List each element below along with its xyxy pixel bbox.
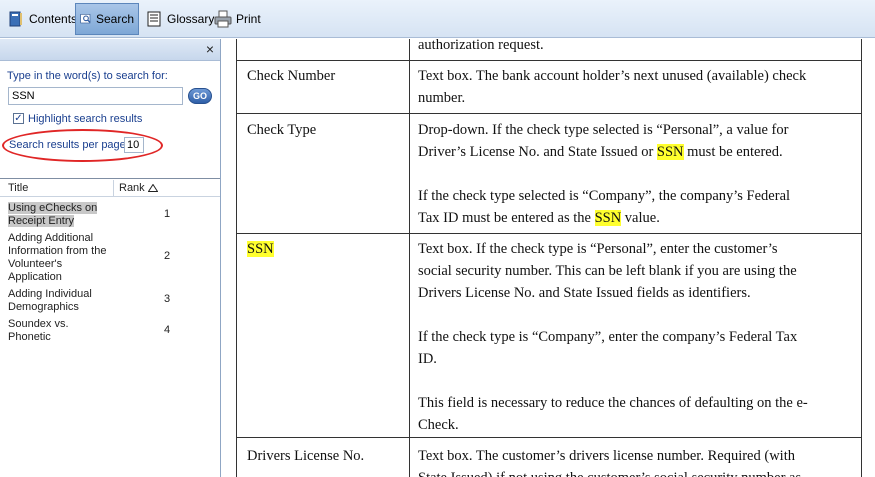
result-item-rank: 1 [164, 208, 171, 220]
result-item-rank: 3 [164, 293, 171, 305]
result-item-title[interactable]: Adding Additional Information from the V… [8, 232, 108, 284]
results-separator [0, 178, 220, 179]
close-icon[interactable]: × [206, 41, 214, 57]
column-rank-label: Rank [119, 182, 145, 194]
highlight-label: Highlight search results [28, 113, 143, 125]
column-divider[interactable] [113, 180, 114, 197]
results-header: Title Rank [0, 180, 220, 197]
annotation-circle [2, 129, 163, 162]
result-title-text: Adding Individual Demographics [8, 288, 92, 313]
result-item-rank: 2 [164, 250, 171, 262]
book-icon [9, 11, 22, 27]
highlight-checkbox[interactable]: ✓ [13, 113, 24, 124]
text-run: value. [621, 210, 660, 226]
description-line: ID. [418, 351, 437, 367]
table-cell-description: If the check type is “Company”, enter th… [418, 326, 797, 370]
table-cell-description: Drop-down. If the check type selected is… [418, 119, 788, 163]
search-input[interactable] [8, 87, 183, 105]
column-rank[interactable]: Rank [119, 182, 159, 194]
table-row-border [236, 437, 861, 438]
table-border-right [861, 39, 862, 477]
description-line: Check. [418, 417, 459, 433]
table-cell-description: If the check type selected is “Company”,… [418, 185, 790, 229]
description-line: This field is necessary to reduce the ch… [418, 395, 808, 411]
description-line: Driver’s License No. and State Issued or… [418, 141, 788, 163]
go-button[interactable]: GO [188, 88, 212, 104]
table-cell-description: authorization request. [418, 39, 544, 56]
table-cell-description: This field is necessary to reduce the ch… [418, 392, 808, 436]
text-run: Driver’s License No. and State Issued or [418, 144, 657, 160]
table-border-left [236, 39, 237, 477]
sort-ascending-icon [147, 183, 159, 192]
table-row-border [236, 233, 861, 234]
table-cell-field: Check Type [247, 122, 317, 138]
table-row-border [236, 60, 861, 61]
description-text: authorization request. [418, 39, 544, 53]
table-row-border [236, 113, 861, 114]
result-item-title[interactable]: Using eChecks on Receipt Entry [8, 202, 108, 228]
search-highlight: SSN [656, 144, 684, 160]
result-item-rank: 4 [164, 324, 171, 336]
description-line: If the check type selected is “Company”,… [418, 188, 791, 204]
glossary-label: Glossary [167, 12, 215, 26]
description-line: Drivers License No. and State Issued fie… [418, 285, 751, 301]
search-prompt-label: Type in the word(s) to search for: [7, 70, 168, 82]
result-title-text: Adding Additional Information from the V… [8, 232, 107, 283]
text-run: Tax ID must be entered as the [418, 210, 595, 226]
table-cell-description: Text box. If the check type is “Personal… [418, 238, 797, 304]
description-line: Text box. If the check type is “Personal… [418, 241, 778, 257]
result-title-text: Soundex vs. Phonetic [8, 318, 69, 343]
search-pane: × Type in the word(s) to search for: GO … [0, 39, 221, 477]
table-cell-description: Text box. The customer’s drivers license… [418, 445, 801, 477]
description-line: social security number. This can be left… [418, 263, 797, 279]
text-run: must be entered. [683, 144, 783, 160]
toolbar: Contents Search Glossary Print [0, 0, 875, 38]
table-cell-field: Check Number [247, 68, 336, 84]
result-title-text: Using eChecks on Receipt Entry [8, 202, 98, 227]
pane-header: × [0, 39, 220, 61]
print-button[interactable]: Print [210, 3, 265, 35]
description-line: State Issued) if not using the customer’… [418, 467, 801, 477]
glossary-icon [147, 11, 161, 27]
print-label: Print [236, 12, 261, 26]
table-column-divider [409, 39, 410, 477]
description-line: Tax ID must be entered as the SSN value. [418, 207, 790, 229]
table-cell-field: Drivers License No. [247, 448, 365, 464]
search-label: Search [95, 12, 134, 26]
description-line: Text box. The customer’s drivers license… [418, 448, 795, 464]
description-line: Text box. The bank account holder’s next… [418, 68, 807, 84]
contents-button[interactable]: Contents [3, 3, 81, 35]
search-button[interactable]: Search [75, 3, 139, 35]
printer-icon [214, 10, 232, 28]
result-item-title[interactable]: Soundex vs. Phonetic [8, 318, 108, 344]
column-title[interactable]: Title [8, 182, 28, 194]
table-cell-description: Text box. The bank account holder’s next… [418, 65, 806, 109]
contents-label: Contents [29, 12, 78, 26]
description-line: Drop-down. If the check type selected is… [418, 122, 789, 138]
table-cell-field: SSN [247, 238, 274, 260]
search-icon [80, 14, 91, 24]
description-line: number. [418, 90, 466, 106]
result-item-title[interactable]: Adding Individual Demographics [8, 288, 108, 314]
search-highlight: SSN [247, 241, 274, 257]
topic-content[interactable]: authorization request. Check Number Text… [222, 39, 875, 477]
glossary-button[interactable]: Glossary [141, 3, 218, 35]
description-line: If the check type is “Company”, enter th… [418, 329, 798, 345]
search-highlight: SSN [594, 210, 622, 226]
